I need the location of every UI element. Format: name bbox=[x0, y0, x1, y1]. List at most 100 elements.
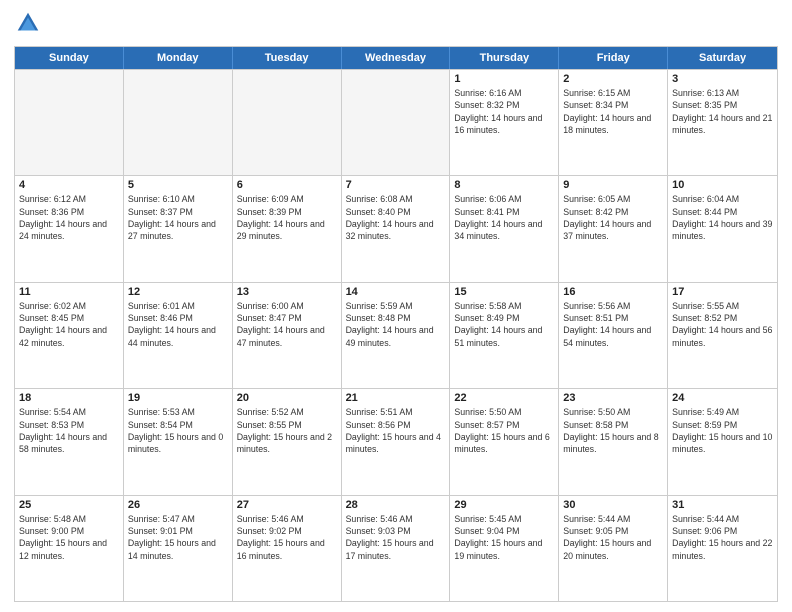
day-info: Sunrise: 5:48 AMSunset: 9:00 PMDaylight:… bbox=[19, 513, 119, 562]
day-number: 27 bbox=[237, 499, 337, 511]
day-number: 22 bbox=[454, 392, 554, 404]
calendar-cell: 15Sunrise: 5:58 AMSunset: 8:49 PMDayligh… bbox=[450, 283, 559, 388]
day-number: 3 bbox=[672, 73, 773, 85]
day-number: 28 bbox=[346, 499, 446, 511]
calendar-cell: 7Sunrise: 6:08 AMSunset: 8:40 PMDaylight… bbox=[342, 176, 451, 281]
day-number: 12 bbox=[128, 286, 228, 298]
day-info: Sunrise: 6:12 AMSunset: 8:36 PMDaylight:… bbox=[19, 193, 119, 242]
calendar-cell: 13 Sunrise: 6:00 AMSunset: 8:47 PMDayligh… bbox=[233, 283, 342, 388]
calendar-cell: 2 Sunrise: 6:15 AMSunset: 8:34 PMDaylight… bbox=[559, 70, 668, 175]
day-number: 17 bbox=[672, 286, 773, 298]
calendar-row-4: 18 Sunrise: 5:54 AMSunset: 8:53 PMDayligh… bbox=[15, 388, 777, 494]
day-number: 25 bbox=[19, 499, 119, 511]
calendar-cell: 19Sunrise: 5:53 AMSunset: 8:54 PMDayligh… bbox=[124, 389, 233, 494]
day-info: Sunrise: 6:06 AMSunset: 8:41 PMDaylight:… bbox=[454, 193, 554, 242]
calendar-cell: 12 Sunrise: 6:01 AMSunset: 8:46 PMDayligh… bbox=[124, 283, 233, 388]
header-day-monday: Monday bbox=[124, 47, 233, 69]
day-number: 14 bbox=[346, 286, 446, 298]
day-number: 21 bbox=[346, 392, 446, 404]
day-info: Sunrise: 5:52 AMSunset: 8:55 PMDaylight:… bbox=[237, 406, 337, 455]
calendar-row-2: 4 Sunrise: 6:12 AMSunset: 8:36 PMDaylight… bbox=[15, 175, 777, 281]
calendar-cell: 8 Sunrise: 6:06 AMSunset: 8:41 PMDaylight… bbox=[450, 176, 559, 281]
day-info: Sunrise: 6:00 AMSunset: 8:47 PMDaylight:… bbox=[237, 300, 337, 349]
day-number: 2 bbox=[563, 73, 663, 85]
day-info: Sunrise: 5:55 AMSunset: 8:52 PMDaylight:… bbox=[672, 300, 773, 349]
day-info: Sunrise: 6:15 AMSunset: 8:34 PMDaylight:… bbox=[563, 87, 663, 136]
day-info: Sunrise: 6:02 AMSunset: 8:45 PMDaylight:… bbox=[19, 300, 119, 349]
header-day-tuesday: Tuesday bbox=[233, 47, 342, 69]
page: SundayMondayTuesdayWednesdayThursdayFrid… bbox=[0, 0, 792, 612]
day-number: 9 bbox=[563, 179, 663, 191]
day-info: Sunrise: 5:47 AMSunset: 9:01 PMDaylight:… bbox=[128, 513, 228, 562]
calendar: SundayMondayTuesdayWednesdayThursdayFrid… bbox=[14, 46, 778, 602]
day-number: 30 bbox=[563, 499, 663, 511]
logo bbox=[14, 10, 46, 38]
calendar-row-1: 1 Sunrise: 6:16 AMSunset: 8:32 PMDaylight… bbox=[15, 69, 777, 175]
calendar-cell bbox=[342, 70, 451, 175]
calendar-cell: 9 Sunrise: 6:05 AMSunset: 8:42 PMDaylight… bbox=[559, 176, 668, 281]
day-info: Sunrise: 6:13 AMSunset: 8:35 PMDaylight:… bbox=[672, 87, 773, 136]
calendar-body: 1 Sunrise: 6:16 AMSunset: 8:32 PMDaylight… bbox=[15, 69, 777, 601]
header-day-wednesday: Wednesday bbox=[342, 47, 451, 69]
calendar-cell: 3 Sunrise: 6:13 AMSunset: 8:35 PMDaylight… bbox=[668, 70, 777, 175]
header-day-friday: Friday bbox=[559, 47, 668, 69]
calendar-cell: 6 Sunrise: 6:09 AMSunset: 8:39 PMDaylight… bbox=[233, 176, 342, 281]
calendar-cell: 17 Sunrise: 5:55 AMSunset: 8:52 PMDayligh… bbox=[668, 283, 777, 388]
day-number: 16 bbox=[563, 286, 663, 298]
day-info: Sunrise: 6:08 AMSunset: 8:40 PMDaylight:… bbox=[346, 193, 446, 242]
calendar-cell: 18 Sunrise: 5:54 AMSunset: 8:53 PMDayligh… bbox=[15, 389, 124, 494]
calendar-cell: 22 Sunrise: 5:50 AMSunset: 8:57 PMDayligh… bbox=[450, 389, 559, 494]
day-info: Sunrise: 6:09 AMSunset: 8:39 PMDaylight:… bbox=[237, 193, 337, 242]
day-number: 6 bbox=[237, 179, 337, 191]
calendar-cell: 14 Sunrise: 5:59 AMSunset: 8:48 PMDayligh… bbox=[342, 283, 451, 388]
calendar-cell: 20 Sunrise: 5:52 AMSunset: 8:55 PMDayligh… bbox=[233, 389, 342, 494]
day-info: Sunrise: 5:50 AMSunset: 8:58 PMDaylight:… bbox=[563, 406, 663, 455]
day-info: Sunrise: 5:59 AMSunset: 8:48 PMDaylight:… bbox=[346, 300, 446, 349]
day-number: 18 bbox=[19, 392, 119, 404]
day-info: Sunrise: 5:44 AMSunset: 9:06 PMDaylight:… bbox=[672, 513, 773, 562]
day-info: Sunrise: 6:01 AMSunset: 8:46 PMDaylight:… bbox=[128, 300, 228, 349]
header-day-saturday: Saturday bbox=[668, 47, 777, 69]
calendar-header: SundayMondayTuesdayWednesdayThursdayFrid… bbox=[15, 47, 777, 69]
calendar-cell: 4 Sunrise: 6:12 AMSunset: 8:36 PMDaylight… bbox=[15, 176, 124, 281]
day-info: Sunrise: 5:44 AMSunset: 9:05 PMDaylight:… bbox=[563, 513, 663, 562]
calendar-cell: 1 Sunrise: 6:16 AMSunset: 8:32 PMDaylight… bbox=[450, 70, 559, 175]
calendar-cell: 25 Sunrise: 5:48 AMSunset: 9:00 PMDayligh… bbox=[15, 496, 124, 601]
day-number: 26 bbox=[128, 499, 228, 511]
day-info: Sunrise: 5:49 AMSunset: 8:59 PMDaylight:… bbox=[672, 406, 773, 455]
header-day-thursday: Thursday bbox=[450, 47, 559, 69]
day-number: 24 bbox=[672, 392, 773, 404]
calendar-cell: 16 Sunrise: 5:56 AMSunset: 8:51 PMDayligh… bbox=[559, 283, 668, 388]
day-info: Sunrise: 6:05 AMSunset: 8:42 PMDaylight:… bbox=[563, 193, 663, 242]
day-number: 5 bbox=[128, 179, 228, 191]
calendar-cell: 10 Sunrise: 6:04 AMSunset: 8:44 PMDayligh… bbox=[668, 176, 777, 281]
day-info: Sunrise: 6:04 AMSunset: 8:44 PMDaylight:… bbox=[672, 193, 773, 242]
calendar-row-5: 25 Sunrise: 5:48 AMSunset: 9:00 PMDayligh… bbox=[15, 495, 777, 601]
day-info: Sunrise: 5:51 AMSunset: 8:56 PMDaylight:… bbox=[346, 406, 446, 455]
calendar-cell: 28Sunrise: 5:46 AMSunset: 9:03 PMDayligh… bbox=[342, 496, 451, 601]
header-day-sunday: Sunday bbox=[15, 47, 124, 69]
header bbox=[14, 10, 778, 38]
calendar-cell bbox=[124, 70, 233, 175]
day-number: 10 bbox=[672, 179, 773, 191]
calendar-cell: 31 Sunrise: 5:44 AMSunset: 9:06 PMDayligh… bbox=[668, 496, 777, 601]
calendar-cell: 26 Sunrise: 5:47 AMSunset: 9:01 PMDayligh… bbox=[124, 496, 233, 601]
day-info: Sunrise: 5:53 AMSunset: 8:54 PMDaylight:… bbox=[128, 406, 228, 455]
calendar-cell: 29Sunrise: 5:45 AMSunset: 9:04 PMDayligh… bbox=[450, 496, 559, 601]
day-number: 4 bbox=[19, 179, 119, 191]
day-number: 20 bbox=[237, 392, 337, 404]
calendar-cell: 24 Sunrise: 5:49 AMSunset: 8:59 PMDayligh… bbox=[668, 389, 777, 494]
day-info: Sunrise: 5:54 AMSunset: 8:53 PMDaylight:… bbox=[19, 406, 119, 455]
day-info: Sunrise: 6:16 AMSunset: 8:32 PMDaylight:… bbox=[454, 87, 554, 136]
day-number: 1 bbox=[454, 73, 554, 85]
day-info: Sunrise: 5:50 AMSunset: 8:57 PMDaylight:… bbox=[454, 406, 554, 455]
calendar-cell: 5Sunrise: 6:10 AMSunset: 8:37 PMDaylight… bbox=[124, 176, 233, 281]
day-number: 13 bbox=[237, 286, 337, 298]
day-info: Sunrise: 5:45 AMSunset: 9:04 PMDaylight:… bbox=[454, 513, 554, 562]
day-number: 31 bbox=[672, 499, 773, 511]
calendar-row-3: 11Sunrise: 6:02 AMSunset: 8:45 PMDayligh… bbox=[15, 282, 777, 388]
calendar-cell: 21 Sunrise: 5:51 AMSunset: 8:56 PMDayligh… bbox=[342, 389, 451, 494]
day-info: Sunrise: 5:56 AMSunset: 8:51 PMDaylight:… bbox=[563, 300, 663, 349]
calendar-cell: 23Sunrise: 5:50 AMSunset: 8:58 PMDayligh… bbox=[559, 389, 668, 494]
day-number: 8 bbox=[454, 179, 554, 191]
